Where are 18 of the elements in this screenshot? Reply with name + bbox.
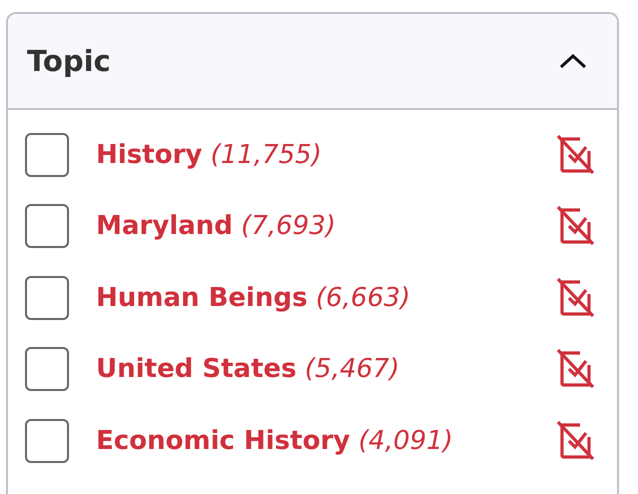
topic-link[interactable]: Human Beings (6,663) <box>96 282 555 313</box>
topic-link[interactable]: United States (5,467) <box>96 354 555 384</box>
checkbox[interactable] <box>25 418 69 463</box>
topic-link[interactable]: History (11,755) <box>96 140 555 170</box>
exclude-icon[interactable] <box>555 420 595 461</box>
exclude-icon[interactable] <box>555 206 595 246</box>
exclude-icon[interactable] <box>555 278 595 318</box>
exclude-icon[interactable] <box>555 134 595 175</box>
facet-header[interactable]: Topic <box>8 14 617 110</box>
exclude-icon[interactable] <box>555 349 595 390</box>
checkbox[interactable] <box>25 132 69 177</box>
facet-title: Topic <box>27 44 111 78</box>
checkbox[interactable] <box>25 276 69 320</box>
checkbox[interactable] <box>25 204 69 248</box>
chevron-icon <box>559 53 587 69</box>
topic-link[interactable]: Maryland (7,693) <box>96 211 555 242</box>
topic-link[interactable]: Economic History (4,091) <box>96 426 555 456</box>
checkbox[interactable] <box>25 347 69 392</box>
